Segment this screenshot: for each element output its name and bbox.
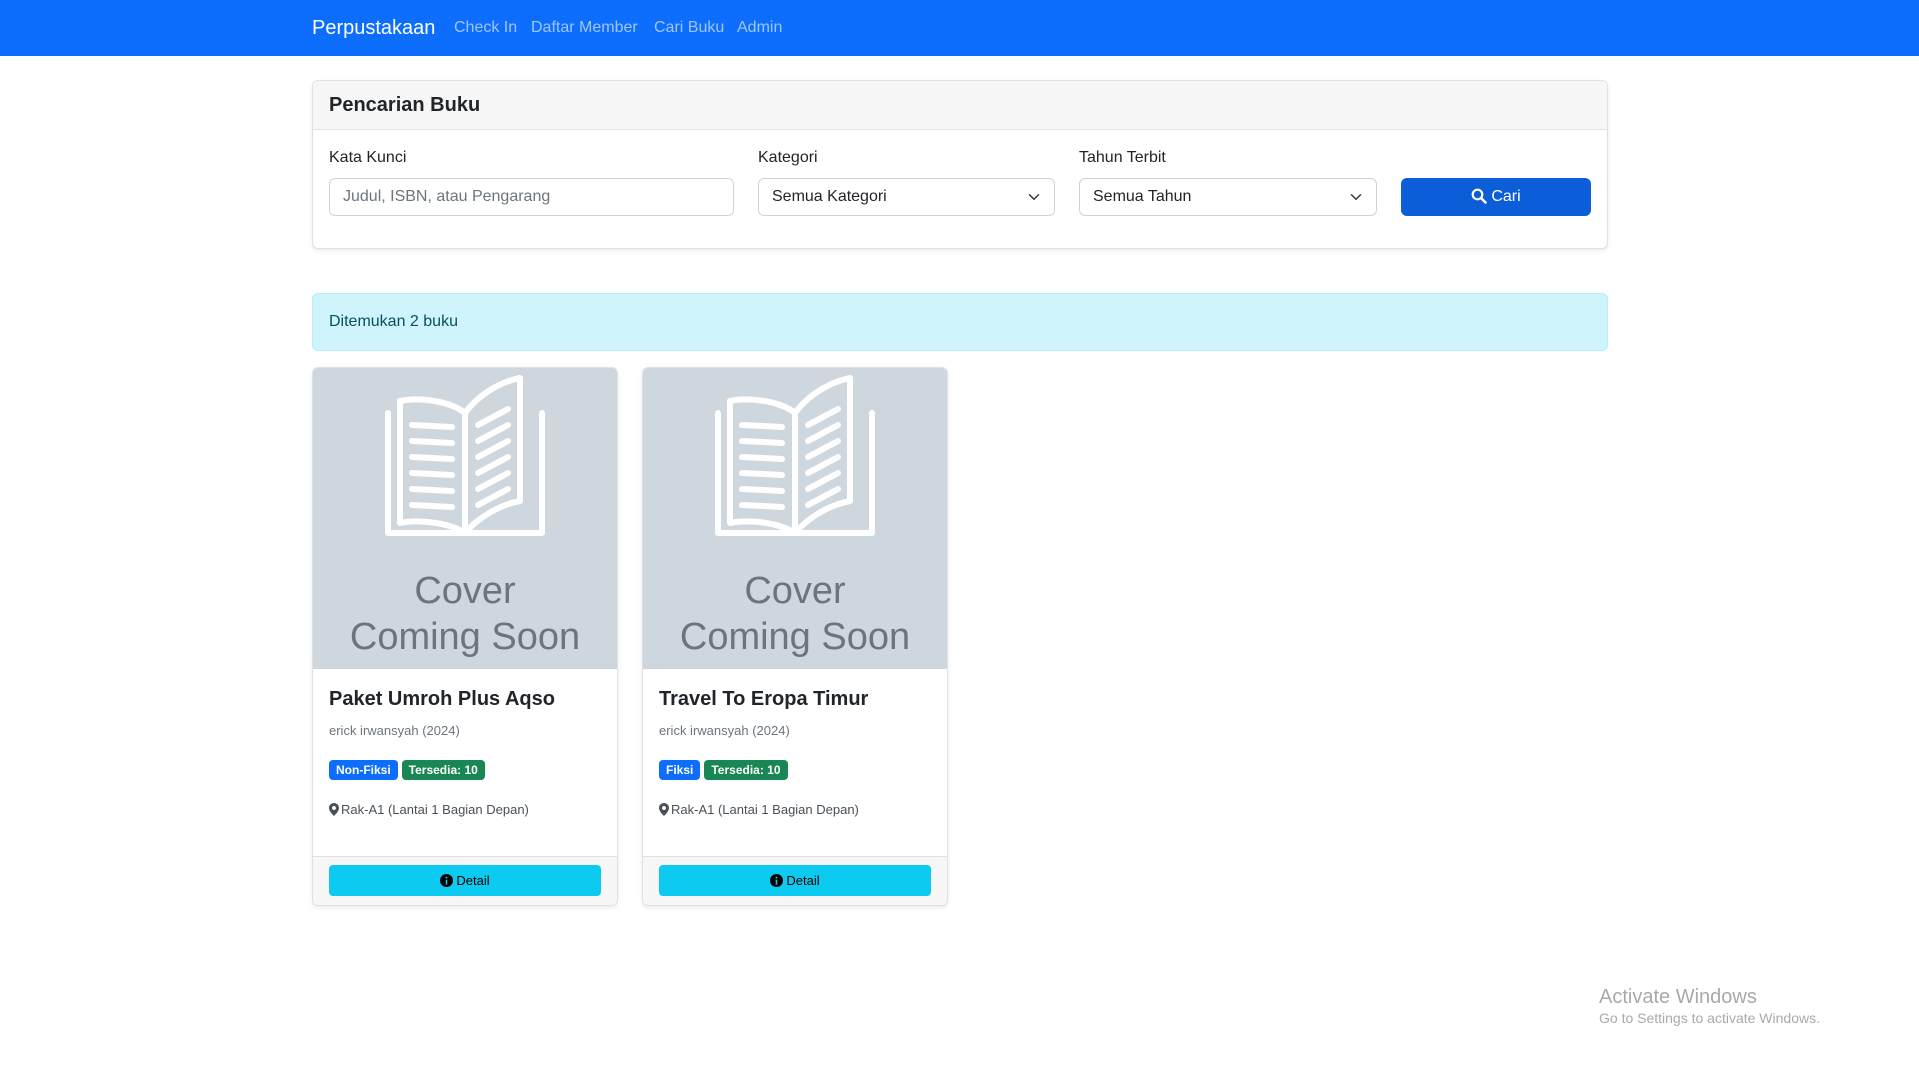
book-location-text: Rak-A1 (Lantai 1 Bagian Depan) — [341, 802, 529, 817]
map-marker-icon — [659, 803, 669, 816]
result-count-text: Ditemukan 2 buku — [329, 313, 458, 330]
book-card-footer: Detail — [643, 856, 947, 905]
info-circle-icon — [440, 874, 454, 887]
search-icon — [1471, 188, 1488, 204]
cover-placeholder-text: Cover Coming Soon — [643, 568, 947, 660]
availability-badge: Tersedia: 10 — [401, 760, 485, 780]
cover-text-line2: Coming Soon — [349, 616, 581, 658]
cover-text-line2: Coming Soon — [679, 616, 911, 658]
book-badges: Non-Fiksi Tersedia: 10 — [329, 760, 485, 780]
search-button-label: Cari — [1491, 188, 1521, 205]
book-location: Rak-A1 (Lantai 1 Bagian Depan) — [659, 801, 859, 819]
year-selected-value: Semua Tahun — [1093, 188, 1192, 205]
cover-placeholder-text: Cover Coming Soon — [313, 568, 617, 660]
open-book-icon — [385, 375, 545, 536]
category-badge: Non-Fiksi — [329, 760, 398, 780]
category-label: Kategori — [758, 149, 818, 166]
navbar: Perpustakaan Check In Daftar Member Cari… — [0, 0, 1919, 56]
book-author-year: erick irwansyah (2024) — [659, 723, 790, 738]
category-selected-value: Semua Kategori — [772, 188, 887, 205]
book-cover-placeholder: Cover Coming Soon — [643, 368, 947, 669]
windows-activation-watermark: Activate Windows Go to Settings to activ… — [1599, 985, 1820, 1027]
cover-text-line1: Cover — [744, 570, 846, 612]
nav-link-cari-buku[interactable]: Cari Buku — [654, 18, 724, 38]
map-marker-icon — [329, 803, 339, 816]
watermark-title: Activate Windows — [1599, 986, 1757, 1008]
category-badge: Fiksi — [659, 760, 701, 780]
nav-link-check-in[interactable]: Check In — [454, 18, 517, 38]
year-label: Tahun Terbit — [1079, 149, 1166, 166]
availability-badge: Tersedia: 10 — [704, 760, 788, 780]
detail-button[interactable]: Detail — [329, 865, 601, 896]
book-card: Cover Coming Soon Travel To Eropa Timur … — [642, 367, 948, 906]
book-cover-placeholder: Cover Coming Soon — [313, 368, 617, 669]
watermark-subtitle: Go to Settings to activate Windows. — [1599, 1010, 1820, 1026]
chevron-down-icon — [1350, 194, 1362, 200]
book-title: Travel To Eropa Timur — [659, 688, 869, 710]
book-card: Cover Coming Soon Paket Umroh Plus Aqso … — [312, 367, 618, 906]
book-title: Paket Umroh Plus Aqso — [329, 688, 555, 710]
book-location-text: Rak-A1 (Lantai 1 Bagian Depan) — [671, 802, 859, 817]
open-book-icon — [715, 375, 875, 536]
keyword-label: Kata Kunci — [329, 149, 407, 166]
chevron-down-icon — [1028, 194, 1040, 200]
book-badges: Fiksi Tersedia: 10 — [659, 760, 788, 780]
search-card-title: Pencarian Buku — [313, 81, 1607, 130]
year-select[interactable]: Semua Tahun — [1079, 178, 1377, 216]
result-alert: Ditemukan 2 buku — [312, 293, 1608, 351]
cover-text-line1: Cover — [414, 570, 516, 612]
nav-link-daftar-member[interactable]: Daftar Member — [531, 18, 638, 38]
search-button[interactable]: Cari — [1401, 178, 1591, 216]
nav-link-admin[interactable]: Admin — [737, 18, 782, 38]
navbar-brand[interactable]: Perpustakaan — [312, 16, 435, 40]
detail-button-label: Detail — [786, 873, 820, 888]
book-author-year: erick irwansyah (2024) — [329, 723, 460, 738]
search-card: Pencarian Buku — [312, 80, 1608, 249]
detail-button-label: Detail — [456, 873, 490, 888]
info-circle-icon — [770, 874, 784, 887]
category-select[interactable]: Semua Kategori — [758, 178, 1055, 216]
book-card-footer: Detail — [313, 856, 617, 905]
detail-button[interactable]: Detail — [659, 865, 931, 896]
book-location: Rak-A1 (Lantai 1 Bagian Depan) — [329, 801, 529, 819]
keyword-input[interactable] — [329, 178, 734, 216]
